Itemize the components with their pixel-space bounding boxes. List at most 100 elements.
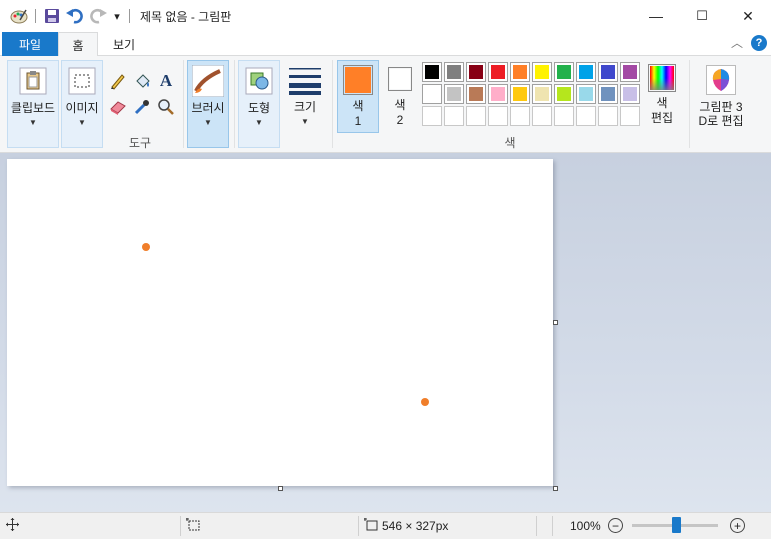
tab-file[interactable]: 파일 (2, 32, 58, 56)
palette-swatch[interactable] (466, 62, 486, 82)
title-bar: ▾ 제목 없음 - 그림판 — ☐ ✕ (0, 0, 771, 32)
custom-color-slot[interactable] (466, 106, 486, 126)
canvas-size-text: 546 × 327px (382, 519, 449, 533)
save-icon[interactable] (42, 6, 62, 26)
chevron-down-icon: ▼ (301, 117, 309, 126)
size-button[interactable]: 크기 ▼ (284, 60, 326, 148)
clipboard-label: 클립보드 (10, 101, 56, 115)
chevron-down-icon: ▼ (78, 118, 86, 127)
custom-color-slot[interactable] (554, 106, 574, 126)
tab-home[interactable]: 홈 (58, 32, 98, 57)
canvas-workspace[interactable] (0, 153, 771, 512)
palette-swatch[interactable] (488, 84, 508, 104)
edit-with-paint3d-button[interactable]: 그림판 3 D로 편집 (693, 60, 749, 133)
resize-handle-right[interactable] (553, 320, 558, 325)
tab-view[interactable]: 보기 (104, 32, 144, 56)
paint-app-icon[interactable] (9, 6, 29, 26)
palette-swatch[interactable] (422, 84, 442, 104)
custom-color-slot[interactable] (576, 106, 596, 126)
palette-swatch[interactable] (598, 84, 618, 104)
line-size-icon (289, 64, 321, 96)
color2-button[interactable]: 색2 (381, 60, 419, 133)
palette-swatch[interactable] (488, 62, 508, 82)
palette-swatch[interactable] (554, 62, 574, 82)
tools-group-label: 도구 (128, 136, 152, 150)
pencil-icon[interactable] (107, 70, 129, 92)
chevron-down-icon: ▼ (204, 118, 212, 127)
custom-color-slot[interactable] (488, 106, 508, 126)
magnifier-icon[interactable] (155, 96, 177, 118)
maximize-icon: ☐ (696, 8, 708, 23)
size-label: 크기 (293, 100, 317, 114)
eraser-icon[interactable] (107, 96, 129, 118)
ribbon-tabs: 파일 홈 보기 ︿ ? (0, 32, 771, 57)
close-button[interactable]: ✕ (725, 0, 771, 32)
status-separator (552, 516, 553, 536)
palette-swatch[interactable] (576, 62, 596, 82)
shapes-icon (243, 65, 275, 97)
image-button[interactable]: 이미지 ▼ (61, 60, 103, 148)
custom-color-slot[interactable] (422, 106, 442, 126)
palette-swatch[interactable] (422, 62, 442, 82)
customize-dropdown-icon[interactable]: ▾ (111, 6, 123, 26)
undo-icon[interactable] (65, 6, 85, 26)
custom-color-slot[interactable] (598, 106, 618, 126)
selection-size-icon (186, 518, 200, 534)
image-label: 이미지 (65, 101, 99, 115)
swatch-fill (579, 65, 593, 79)
color-spectrum-icon (648, 64, 676, 92)
swatch-fill (623, 87, 637, 101)
status-bar: 546 × 327px 100% − + (0, 512, 771, 539)
swatch-fill (469, 65, 483, 79)
palette-swatch[interactable] (620, 84, 640, 104)
zoom-in-button[interactable]: + (730, 518, 745, 533)
palette-swatch[interactable] (532, 62, 552, 82)
custom-color-slot[interactable] (620, 106, 640, 126)
palette-swatch[interactable] (598, 62, 618, 82)
swatch-fill (535, 87, 549, 101)
collapse-ribbon-icon[interactable]: ︿ (731, 34, 743, 51)
palette-swatch[interactable] (554, 84, 574, 104)
paint-dot (142, 243, 150, 251)
custom-color-slot[interactable] (532, 106, 552, 126)
custom-color-slot[interactable] (444, 106, 464, 126)
resize-handle-bottom[interactable] (278, 486, 283, 491)
color-picker-icon[interactable] (131, 96, 153, 118)
custom-color-slot[interactable] (510, 106, 530, 126)
clipboard-button[interactable]: 클립보드 ▼ (7, 60, 59, 148)
minimize-button[interactable]: — (633, 0, 679, 32)
minimize-icon: — (649, 8, 663, 24)
drawing-canvas[interactable] (7, 159, 553, 486)
palette-swatch[interactable] (466, 84, 486, 104)
palette-swatch[interactable] (444, 62, 464, 82)
fill-bucket-icon[interactable] (131, 70, 153, 92)
swatch-fill (579, 87, 593, 101)
swatch-fill (425, 65, 439, 79)
palette-swatch[interactable] (620, 62, 640, 82)
shapes-button[interactable]: 도형 ▼ (238, 60, 280, 148)
paint3d-label: 그림판 3 D로 편집 (698, 100, 744, 128)
text-tool-icon[interactable]: A (155, 70, 177, 92)
swatch-fill (601, 87, 615, 101)
help-icon[interactable]: ? (751, 34, 767, 51)
resize-handle-corner[interactable] (553, 486, 558, 491)
edit-colors-button[interactable]: 색 편집 (643, 60, 681, 133)
color1-button[interactable]: 색1 (337, 60, 379, 133)
brushes-button[interactable]: 브러시 ▼ (187, 60, 229, 148)
separator (129, 9, 130, 23)
zoom-slider-thumb[interactable] (672, 517, 681, 533)
redo-icon[interactable] (88, 6, 108, 26)
edit-colors-label: 색 편집 (650, 96, 674, 125)
separator (35, 9, 36, 23)
clipboard-icon (17, 65, 49, 97)
zoom-out-button[interactable]: − (608, 518, 623, 533)
maximize-button[interactable]: ☐ (679, 0, 725, 32)
palette-swatch[interactable] (444, 84, 464, 104)
swatch-fill (447, 87, 461, 101)
palette-swatch[interactable] (510, 62, 530, 82)
swatch-fill (425, 87, 439, 101)
swatch-fill (491, 87, 505, 101)
palette-swatch[interactable] (510, 84, 530, 104)
palette-swatch[interactable] (576, 84, 596, 104)
palette-swatch[interactable] (532, 84, 552, 104)
